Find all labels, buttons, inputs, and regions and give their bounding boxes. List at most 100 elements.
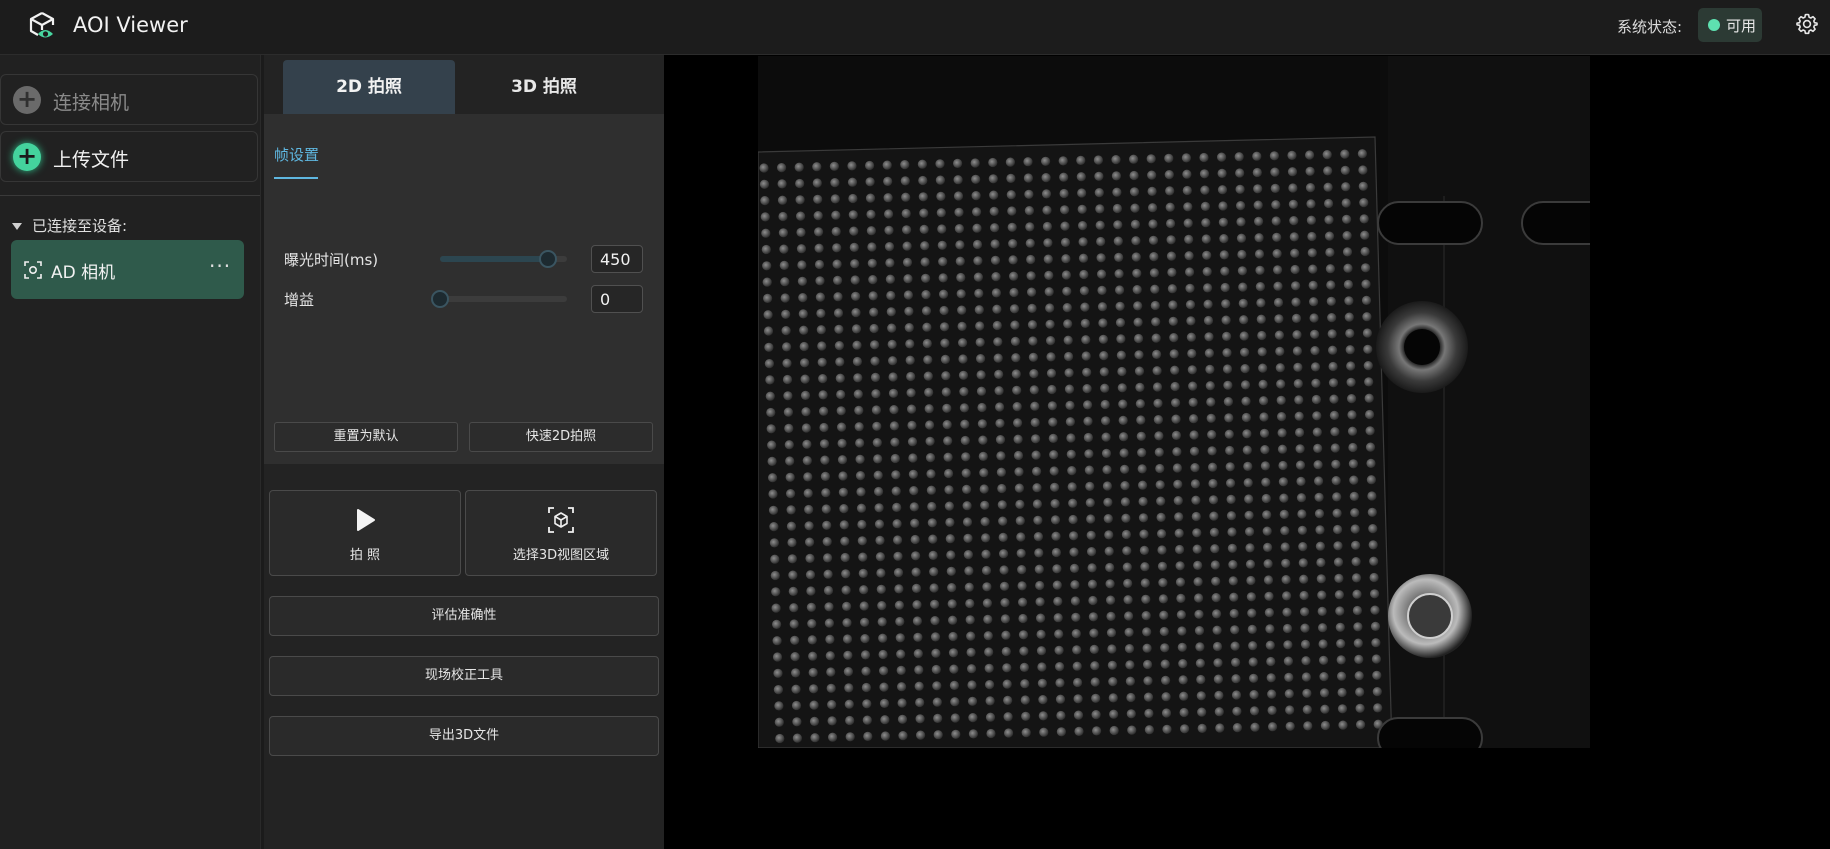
gain-input[interactable]: [591, 285, 643, 313]
board-hole: [1077, 204, 1087, 214]
board-hole: [1217, 152, 1227, 162]
board-hole: [1357, 149, 1367, 159]
tab-3d-capture[interactable]: 3D 拍照: [458, 60, 630, 114]
board-hole: [1170, 381, 1180, 392]
board-hole: [1202, 250, 1212, 260]
board-hole: [1078, 221, 1088, 231]
board-hole: [1048, 417, 1058, 427]
board-hole: [887, 323, 897, 333]
board-hole: [995, 435, 1006, 445]
capture-button[interactable]: 拍 照: [269, 490, 461, 576]
upload-file-button[interactable]: + 上传文件: [0, 131, 258, 182]
connect-camera-button[interactable]: + 连接相机: [0, 74, 258, 125]
board-hole: [1372, 670, 1382, 680]
board-hole: [1322, 150, 1332, 160]
board-hole: [1338, 720, 1348, 730]
board-hole: [1033, 515, 1043, 525]
board-hole: [1069, 547, 1079, 557]
board-hole: [925, 453, 936, 463]
board-hole: [1187, 348, 1197, 359]
device-item-ad-camera[interactable]: AD 相机 ···: [11, 240, 244, 299]
board-hole: [832, 243, 842, 253]
board-hole: [785, 472, 795, 482]
board-hole: [1363, 361, 1373, 371]
board-hole: [819, 422, 829, 433]
board-hole: [1126, 709, 1136, 719]
more-options-icon[interactable]: ···: [209, 254, 231, 278]
exposure-slider[interactable]: [440, 250, 567, 268]
board-hole: [1087, 563, 1097, 573]
board-hole: [1245, 543, 1255, 553]
board-hole: [1226, 494, 1236, 504]
connected-devices-header[interactable]: 已连接至设备:: [12, 215, 127, 236]
evaluate-accuracy-button[interactable]: 评估准确性: [269, 596, 659, 636]
board-hole: [1096, 253, 1106, 263]
board-hole: [1071, 612, 1081, 622]
board-hole: [940, 354, 950, 364]
board-hole: [891, 470, 901, 480]
board-hole: [1306, 199, 1316, 209]
board-hole: [1001, 646, 1011, 657]
export-3d-button[interactable]: 导出3D文件: [269, 716, 659, 756]
board-hole: [951, 729, 961, 739]
board-hole: [844, 683, 854, 693]
gain-slider[interactable]: [431, 290, 567, 308]
camera-image[interactable]: [758, 56, 1590, 748]
exposure-slider-handle[interactable]: [538, 250, 557, 268]
board-hole: [1341, 182, 1351, 192]
board-hole: [1015, 516, 1025, 526]
board-hole: [1189, 430, 1199, 440]
board-hole: [1207, 430, 1217, 440]
exposure-input[interactable]: [591, 245, 643, 273]
board-hole: [1202, 267, 1212, 277]
board-hole: [880, 715, 890, 725]
board-hole: [1069, 563, 1080, 573]
board-hole: [925, 420, 935, 430]
gain-slider-handle[interactable]: [431, 290, 449, 308]
quick-2d-capture-button[interactable]: 快速2D拍照: [469, 422, 653, 452]
board-hole: [1299, 574, 1309, 584]
board-hole: [982, 582, 992, 592]
select-3d-region-button[interactable]: 选择3D视图区域: [465, 490, 657, 576]
board-hole: [1310, 329, 1320, 339]
board-hole: [1087, 579, 1098, 589]
caret-down-icon: [12, 223, 22, 230]
board-hole: [882, 160, 892, 170]
board-hole: [1143, 676, 1153, 686]
reset-default-button[interactable]: 重置为默认: [274, 422, 458, 452]
connected-devices-label: 已连接至设备:: [32, 217, 128, 235]
subtab-frame-settings[interactable]: 帧设置: [274, 144, 319, 165]
board-hole: [1086, 514, 1096, 524]
capture-control-panel: 2D 拍照 3D 拍照 帧设置 曝光时间(ms) 增益 重置为默认 快速2D拍照…: [264, 55, 664, 849]
board-hole: [937, 240, 947, 250]
board-hole: [1266, 673, 1276, 683]
board-hole: [960, 419, 970, 429]
board-hole: [768, 489, 778, 499]
board-hole: [1034, 548, 1044, 558]
board-hole: [978, 435, 988, 445]
board-hole: [1324, 198, 1334, 209]
tab-2d-capture[interactable]: 2D 拍照: [283, 60, 455, 114]
board-hole: [796, 244, 807, 254]
board-hole: [1023, 157, 1033, 167]
board-hole: [935, 175, 945, 185]
board-hole: [1270, 183, 1280, 193]
board-hole: [1212, 625, 1222, 635]
board-hole: [1273, 297, 1284, 308]
board-hole: [852, 356, 862, 367]
board-hole: [920, 241, 930, 251]
board-hole: [1172, 463, 1182, 473]
board-hole: [1159, 626, 1169, 637]
board-hole: [1260, 445, 1270, 455]
field-calibration-button[interactable]: 现场校正工具: [269, 656, 659, 696]
gear-icon[interactable]: [1795, 12, 1819, 36]
board-hole: [800, 358, 810, 368]
board-hole: [1189, 446, 1200, 456]
board-hole: [1100, 399, 1110, 410]
board-hole: [1123, 595, 1133, 605]
board-hole: [862, 699, 872, 709]
board-hole: [984, 663, 994, 673]
image-viewer[interactable]: [664, 55, 1830, 849]
board-hole: [1230, 641, 1240, 651]
board-hole: [1043, 238, 1053, 248]
